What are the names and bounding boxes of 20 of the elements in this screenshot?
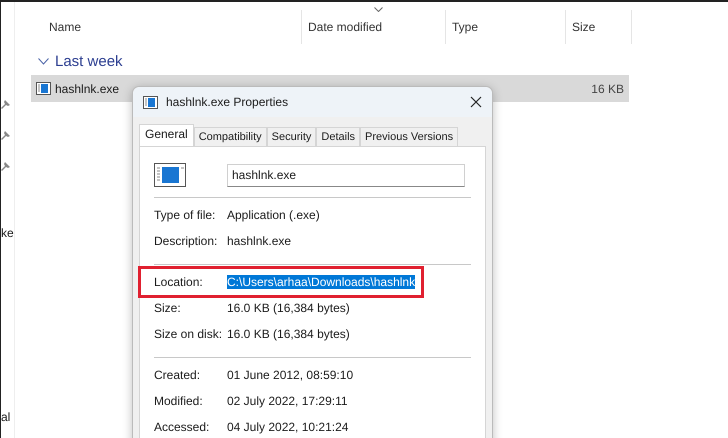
group-label: Last week <box>55 52 123 70</box>
file-size: 16 KB <box>591 82 624 96</box>
file-name: hashlnk.exe <box>55 82 120 96</box>
property-value: 01 June 2012, 08:59:10 <box>227 368 354 382</box>
dialog-title: hashlnk.exe Properties <box>166 95 290 109</box>
property-label: Size: <box>154 301 182 315</box>
property-label: Modified: <box>154 394 204 408</box>
property-label: Size on disk: <box>154 327 224 341</box>
property-label: Description: <box>154 234 218 248</box>
property-label: Location: <box>154 275 204 289</box>
property-value: 16.0 KB (16,384 bytes) <box>227 327 350 341</box>
property-label: Type of file: <box>154 208 216 222</box>
property-label: Created: <box>154 368 202 382</box>
property-value: C:\Users\arhaa\Downloads\hashlnk <box>227 275 416 289</box>
property-label: Accessed: <box>154 420 210 434</box>
property-value: 04 July 2022, 10:21:24 <box>227 420 348 434</box>
property-value: Application (.exe) <box>227 208 320 222</box>
property-value: 02 July 2022, 17:29:11 <box>227 394 348 408</box>
property-value: 16.0 KB (16,384 bytes) <box>227 301 350 315</box>
property-value: hashlnk.exe <box>227 234 292 248</box>
